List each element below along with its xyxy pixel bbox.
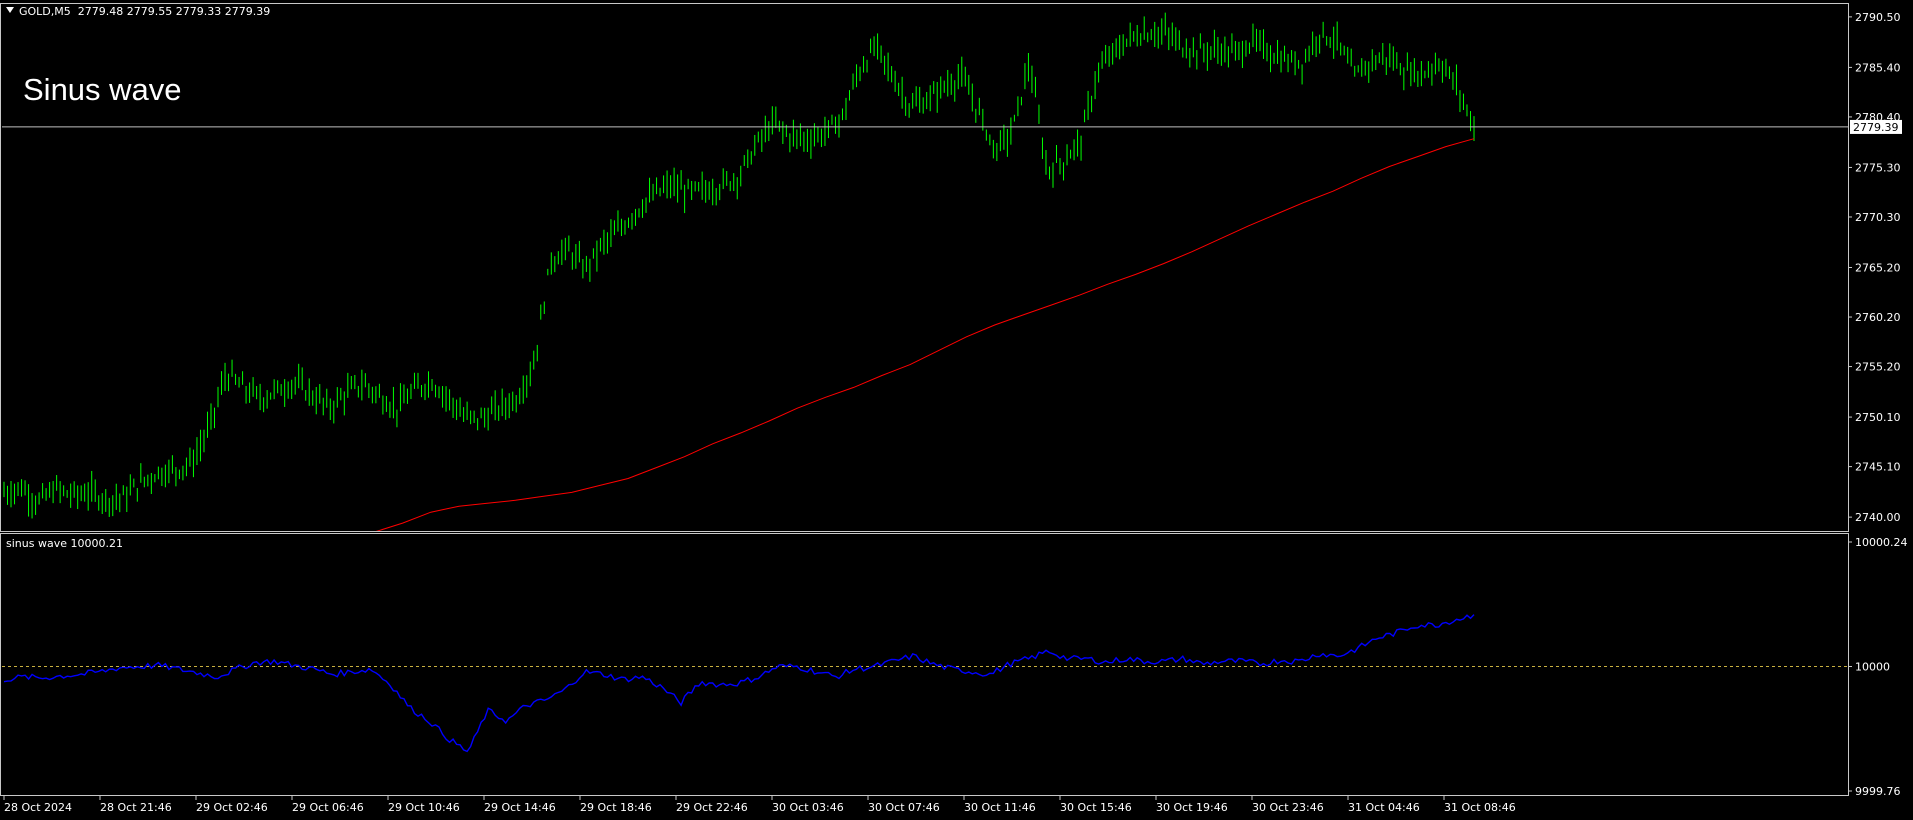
indicator-label: sinus wave 10000.21 (6, 537, 123, 550)
time-tick-label: 29 Oct 02:46 (196, 801, 268, 814)
time-tick-label: 28 Oct 21:46 (100, 801, 172, 814)
ohlc-values: 2779.48 2779.55 2779.33 2779.39 (77, 5, 271, 18)
time-tick-label: 28 Oct 2024 (4, 801, 72, 814)
sinus-wave-line (3, 614, 1475, 753)
current-price-label: 2779.39 (1853, 121, 1899, 134)
main-plot-area: 2779.39 (2, 12, 1902, 531)
collapse-triangle-icon[interactable] (6, 7, 14, 13)
price-tick-label: 2785.40 (1855, 61, 1901, 74)
main-price-axis: 2790.502785.402780.402775.302770.302765.… (1848, 11, 1901, 524)
time-tick-label: 30 Oct 03:46 (772, 801, 844, 814)
time-tick-label: 29 Oct 14:46 (484, 801, 556, 814)
time-tick-label: 31 Oct 04:46 (1348, 801, 1420, 814)
time-tick-label: 29 Oct 06:46 (292, 801, 364, 814)
indicator-tick-label: 9999.76 (1855, 785, 1901, 798)
symbol-header[interactable]: GOLD,M5 2779.48 2779.55 2779.33 2779.39 (6, 5, 270, 18)
indicator-plot-area (2, 614, 1848, 753)
time-tick-label: 29 Oct 22:46 (676, 801, 748, 814)
time-tick-label: 30 Oct 11:46 (964, 801, 1036, 814)
time-tick-label: 30 Oct 07:46 (868, 801, 940, 814)
price-tick-label: 2765.20 (1855, 262, 1901, 275)
time-tick-label: 29 Oct 10:46 (388, 801, 460, 814)
time-tick-label: 30 Oct 15:46 (1060, 801, 1132, 814)
time-tick-label: 31 Oct 08:46 (1444, 801, 1516, 814)
time-tick-label: 29 Oct 18:46 (580, 801, 652, 814)
price-tick-label: 2790.50 (1855, 11, 1901, 24)
indicator-tick-label: 10000 (1855, 661, 1890, 674)
chart-annotation-text: Sinus wave (23, 72, 182, 107)
chart-canvas: 2790.502785.402780.402775.302770.302765.… (0, 3, 1908, 814)
indicator-tick-label: 10000.24 (1855, 536, 1908, 549)
price-tick-label: 2775.30 (1855, 161, 1901, 174)
price-tick-label: 2745.10 (1855, 461, 1901, 474)
price-tick-label: 2740.00 (1855, 511, 1901, 524)
time-tick-label: 30 Oct 19:46 (1156, 801, 1228, 814)
symbol-name: GOLD,M5 (19, 5, 71, 18)
moving-average-line (375, 138, 1475, 531)
indicator-value-axis: 10000.24 10000 9999.76 (1848, 536, 1908, 798)
main-panel-frame (0, 3, 1849, 532)
price-tick-label: 2755.20 (1855, 361, 1901, 374)
price-tick-label: 2750.10 (1855, 411, 1901, 424)
time-tick-label: 30 Oct 23:46 (1252, 801, 1324, 814)
time-axis: 28 Oct 2024 28 Oct 21:46 29 Oct 02:46 29 Oc… (3, 795, 1516, 814)
price-tick-label: 2770.30 (1855, 211, 1901, 224)
price-tick-label: 2760.20 (1855, 311, 1901, 324)
